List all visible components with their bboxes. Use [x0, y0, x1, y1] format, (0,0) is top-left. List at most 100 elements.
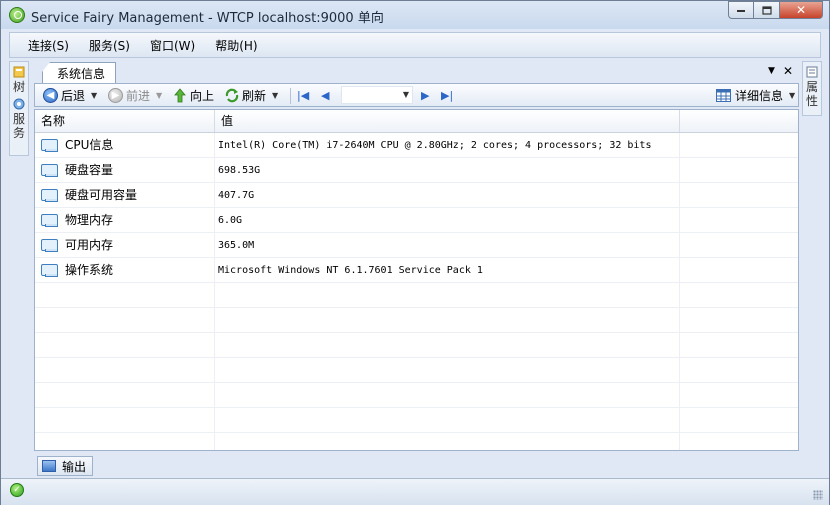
menu-bar: 连接(S) 服务(S) 窗口(W) 帮助(H) — [9, 32, 821, 58]
cell-value: 365.0M — [215, 233, 680, 258]
first-page-icon: |◀ — [297, 89, 310, 102]
minimize-icon — [737, 10, 745, 12]
previous-page-button[interactable]: ◀ — [321, 87, 329, 104]
maximize-button[interactable] — [754, 1, 780, 19]
empty-cell — [680, 358, 798, 383]
refresh-button[interactable]: 刷新 ▼ — [224, 87, 278, 104]
cell-name-text: 硬盘容量 — [65, 163, 114, 177]
empty-row — [35, 383, 798, 408]
refresh-dropdown-icon[interactable]: ▼ — [272, 91, 278, 100]
computer-icon — [41, 189, 58, 202]
computer-icon — [41, 164, 58, 177]
column-header-name[interactable]: 名称 — [35, 110, 215, 132]
output-window-icon — [42, 460, 56, 472]
table-row[interactable]: 硬盘容量 698.53G — [35, 158, 798, 183]
empty-cell — [35, 333, 215, 358]
column-header-filler — [680, 110, 798, 132]
table-row[interactable]: CPU信息 Intel(R) Core(TM) i7-2640M CPU @ 2.… — [35, 133, 798, 158]
empty-cell — [680, 333, 798, 358]
cell-filler — [680, 208, 798, 233]
window-controls: ✕ — [728, 1, 823, 21]
dock-tab-service[interactable]: 服务 — [10, 98, 28, 140]
empty-row — [35, 358, 798, 383]
cell-filler — [680, 158, 798, 183]
tab-system-info[interactable]: 系统信息 — [42, 62, 117, 83]
empty-cell — [680, 283, 798, 308]
toolbar-separator — [290, 88, 291, 104]
resize-grip[interactable] — [813, 490, 823, 500]
page-combo-dropdown-icon[interactable]: ▼ — [403, 90, 409, 99]
cell-name: 物理内存 — [35, 208, 215, 233]
menu-service[interactable]: 服务(S) — [79, 37, 140, 54]
last-page-button[interactable]: ▶| — [441, 87, 453, 104]
empty-cell — [215, 308, 680, 333]
tab-close-icon[interactable]: ✕ — [783, 64, 793, 78]
empty-row — [35, 408, 798, 433]
first-page-button[interactable]: |◀ — [297, 87, 309, 104]
refresh-icon — [225, 88, 239, 103]
next-page-icon: ▶ — [421, 89, 430, 102]
forward-arrow-icon: ▶ — [108, 88, 123, 103]
empty-row — [35, 333, 798, 358]
grid-body: CPU信息 Intel(R) Core(TM) i7-2640M CPU @ 2.… — [35, 133, 798, 450]
empty-cell — [215, 408, 680, 433]
tab-list-dropdown-icon[interactable]: ▼ — [768, 66, 775, 78]
menu-connect[interactable]: 连接(S) — [18, 37, 79, 54]
tab-output[interactable]: 输出 — [37, 456, 94, 476]
cell-filler — [680, 183, 798, 208]
table-row[interactable]: 物理内存 6.0G — [35, 208, 798, 233]
cell-value: 407.7G — [215, 183, 680, 208]
back-arrow-icon: ◀ — [43, 88, 58, 103]
table-row[interactable]: 硬盘可用容量 407.7G — [35, 183, 798, 208]
empty-cell — [35, 358, 215, 383]
up-label: 向上 — [190, 89, 215, 103]
tree-icon — [13, 66, 25, 78]
back-dropdown-icon[interactable]: ▼ — [91, 91, 97, 100]
refresh-label: 刷新 — [242, 89, 267, 103]
table-row[interactable]: 操作系统 Microsoft Windows NT 6.1.7601 Servic… — [35, 258, 798, 283]
next-page-button[interactable]: ▶ — [421, 87, 429, 104]
dock-tab-tree-label: 树 — [12, 80, 25, 94]
forward-button[interactable]: ▶ 前进 ▼ — [108, 87, 162, 104]
back-button[interactable]: ◀ 后退 ▼ — [43, 87, 97, 104]
menu-help[interactable]: 帮助(H) — [205, 37, 267, 54]
empty-cell — [35, 283, 215, 308]
view-mode-button[interactable]: 详细信息 ▼ — [716, 87, 795, 104]
cell-value: 6.0G — [215, 208, 680, 233]
cell-name: 硬盘可用容量 — [35, 183, 215, 208]
tab-output-label: 输出 — [62, 459, 87, 474]
minimize-button[interactable] — [728, 1, 754, 19]
table-row[interactable]: 可用内存 365.0M — [35, 233, 798, 258]
cell-value: 698.53G — [215, 158, 680, 183]
cell-name-text: 硬盘可用容量 — [65, 188, 138, 202]
empty-cell — [35, 433, 215, 450]
cell-name: 可用内存 — [35, 233, 215, 258]
forward-dropdown-icon[interactable]: ▼ — [156, 91, 162, 100]
properties-icon — [806, 66, 818, 78]
empty-cell — [35, 308, 215, 333]
forward-label: 前进 — [126, 89, 151, 103]
page-combo[interactable]: ▼ — [341, 86, 413, 104]
last-page-icon: ▶| — [441, 89, 454, 102]
right-dock-strip: 属性 — [802, 61, 822, 116]
title-bar: Service Fairy Management - WTCP localhos… — [1, 1, 829, 29]
up-arrow-icon — [174, 88, 186, 103]
system-info-grid: 名称 值 CPU信息 Intel(R) Core(TM) i7-2640M CPU… — [34, 109, 799, 451]
tab-system-info-label: 系统信息 — [57, 66, 106, 81]
menu-window[interactable]: 窗口(W) — [140, 37, 205, 54]
cell-name-text: 可用内存 — [65, 238, 114, 252]
view-mode-label: 详细信息 — [735, 89, 784, 103]
cell-filler — [680, 258, 798, 283]
column-header-value[interactable]: 值 — [215, 110, 680, 132]
up-button[interactable]: 向上 — [174, 87, 214, 104]
computer-icon — [41, 264, 58, 277]
close-button[interactable]: ✕ — [780, 1, 823, 19]
view-mode-dropdown-icon[interactable]: ▼ — [789, 91, 795, 100]
cell-name-text: 操作系统 — [65, 263, 114, 277]
empty-cell — [680, 383, 798, 408]
app-icon — [9, 7, 25, 23]
dock-tab-properties[interactable]: 属性 — [803, 66, 821, 108]
previous-page-icon: ◀ — [321, 89, 330, 102]
empty-row — [35, 433, 798, 450]
dock-tab-tree[interactable]: 树 — [10, 66, 28, 94]
